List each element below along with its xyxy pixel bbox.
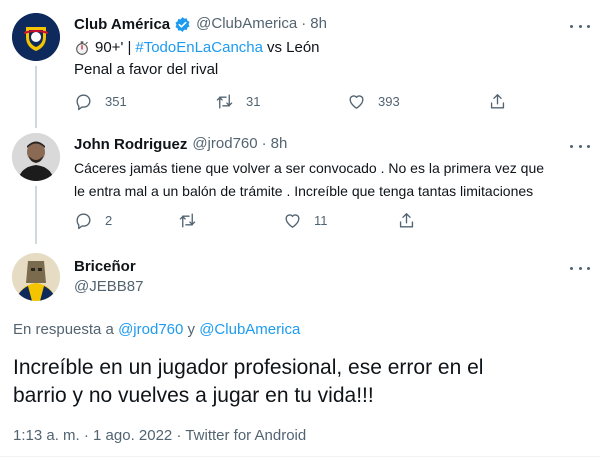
main-tweet-more-icon[interactable] <box>570 263 590 273</box>
tweet1-vs: vs León <box>266 39 320 56</box>
tweet1-like-count: 393 <box>378 94 400 109</box>
reply-icon <box>76 94 91 111</box>
tweet1-reply-button[interactable]: 351 <box>74 92 127 111</box>
tweet2-like-button[interactable]: 11 <box>283 211 328 230</box>
tweet2-like-count: 11 <box>314 213 328 228</box>
tweet2-handle[interactable]: @jrod760 <box>192 134 257 154</box>
stopwatch-icon <box>76 41 88 55</box>
heart-icon <box>285 214 300 228</box>
masked-person-photo-icon <box>12 253 60 301</box>
tweet1-reply-count: 351 <box>105 94 127 109</box>
tweet2-text: Cáceres jamás tiene que volver a ser con… <box>74 158 589 201</box>
tweet1-retweet-button[interactable]: 31 <box>215 92 260 111</box>
verified-badge-icon <box>175 16 190 32</box>
tweet2-reply-count: 2 <box>105 213 113 228</box>
person-photo-icon <box>12 133 60 181</box>
tweet1-minute: 90+' | <box>95 39 132 56</box>
share-icon <box>490 94 505 109</box>
tweet1-share-button[interactable] <box>488 92 507 111</box>
thread-line-1 <box>35 66 37 128</box>
reply-context-user2[interactable]: @ClubAmerica <box>199 321 300 338</box>
reply-icon <box>76 213 91 230</box>
retweet-icon <box>179 213 196 228</box>
thread-line-2 <box>35 186 37 244</box>
tweet2-separator: · <box>261 135 267 152</box>
main-tweet-author: Briceñor @JEBB87 <box>74 258 143 297</box>
main-tweet-text-line1: Increíble en un jugador profesional, ese… <box>13 356 484 379</box>
tweet2-text-line2: le entra mal a un balón de trámite . Inc… <box>74 183 534 199</box>
tweet2-author-name[interactable]: John Rodriguez <box>74 136 187 153</box>
tweet1-text: 90+' | #TodoEnLaCancha vs León Penal a f… <box>74 38 574 80</box>
tweet1-retweet-count: 31 <box>246 94 261 109</box>
tweet1-separator: · <box>301 15 307 32</box>
main-tweet-text: Increíble en un jugador profesional, ese… <box>13 354 593 410</box>
tweet1-time[interactable]: 8h <box>310 14 327 34</box>
reply-context-prefix: En respuesta a <box>13 321 114 338</box>
club-america-crest-icon <box>12 13 60 61</box>
tweet2-reply-button[interactable]: 2 <box>74 211 112 230</box>
avatar-club-america[interactable] <box>12 13 60 61</box>
tweet1-header: Club América @ClubAmerica · 8h <box>74 14 327 34</box>
tweet1-handle[interactable]: @ClubAmerica <box>196 14 297 34</box>
main-tweet-meta: 1:13 a. m. · 1 ago. 2022 · Twitter for A… <box>13 427 307 444</box>
avatar-john-rodriguez[interactable] <box>12 133 60 181</box>
tweet2-time[interactable]: 8h <box>271 134 288 154</box>
reply-context: En respuesta a @jrod760 y @ClubAmerica <box>13 320 300 340</box>
tweet1-line2: Penal a favor del rival <box>74 61 219 78</box>
reply-context-user1[interactable]: @jrod760 <box>118 321 183 338</box>
tweet1-hashtag[interactable]: #TodoEnLaCancha <box>135 38 263 58</box>
avatar-bricenor[interactable] <box>12 253 60 301</box>
tweet2-more-icon[interactable] <box>570 141 590 151</box>
tweet2-retweet-button[interactable] <box>178 211 209 230</box>
main-tweet-handle[interactable]: @JEBB87 <box>74 277 143 297</box>
retweet-icon <box>216 94 233 109</box>
tweet2-header: John Rodriguez @jrod760 · 8h <box>74 134 287 154</box>
bottom-divider <box>0 456 600 457</box>
heart-icon <box>349 95 364 109</box>
tweet2-text-line1: Cáceres jamás tiene que volver a ser con… <box>74 160 545 176</box>
tweet1-more-icon[interactable] <box>570 21 590 31</box>
share-icon <box>399 213 414 228</box>
main-tweet-author-name[interactable]: Briceñor <box>74 258 143 275</box>
main-tweet-text-line2: barrio y no vuelves a jugar en tu vida!!… <box>13 384 374 407</box>
tweet2-share-button[interactable] <box>397 211 416 230</box>
reply-context-conj: y <box>187 321 196 338</box>
tweet1-author-name[interactable]: Club América <box>74 16 170 33</box>
tweet1-like-button[interactable]: 393 <box>347 92 400 111</box>
